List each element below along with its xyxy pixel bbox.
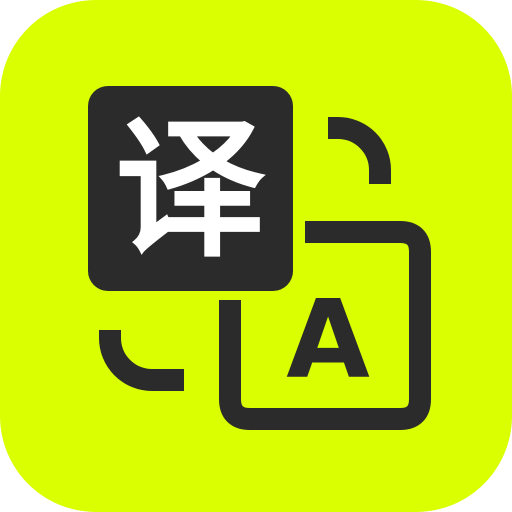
app-icon-container: A 译 — [0, 0, 512, 512]
target-glyph-a: A — [286, 278, 370, 403]
translate-icon-graphic: A 译 — [88, 86, 431, 430]
source-language-box: 译 — [88, 86, 293, 291]
bottom-left-arc-icon — [99, 330, 184, 391]
source-glyph-yi: 译 — [115, 104, 266, 278]
top-right-arc-icon — [328, 117, 391, 184]
translate-app-icon[interactable]: A 译 — [0, 0, 512, 512]
